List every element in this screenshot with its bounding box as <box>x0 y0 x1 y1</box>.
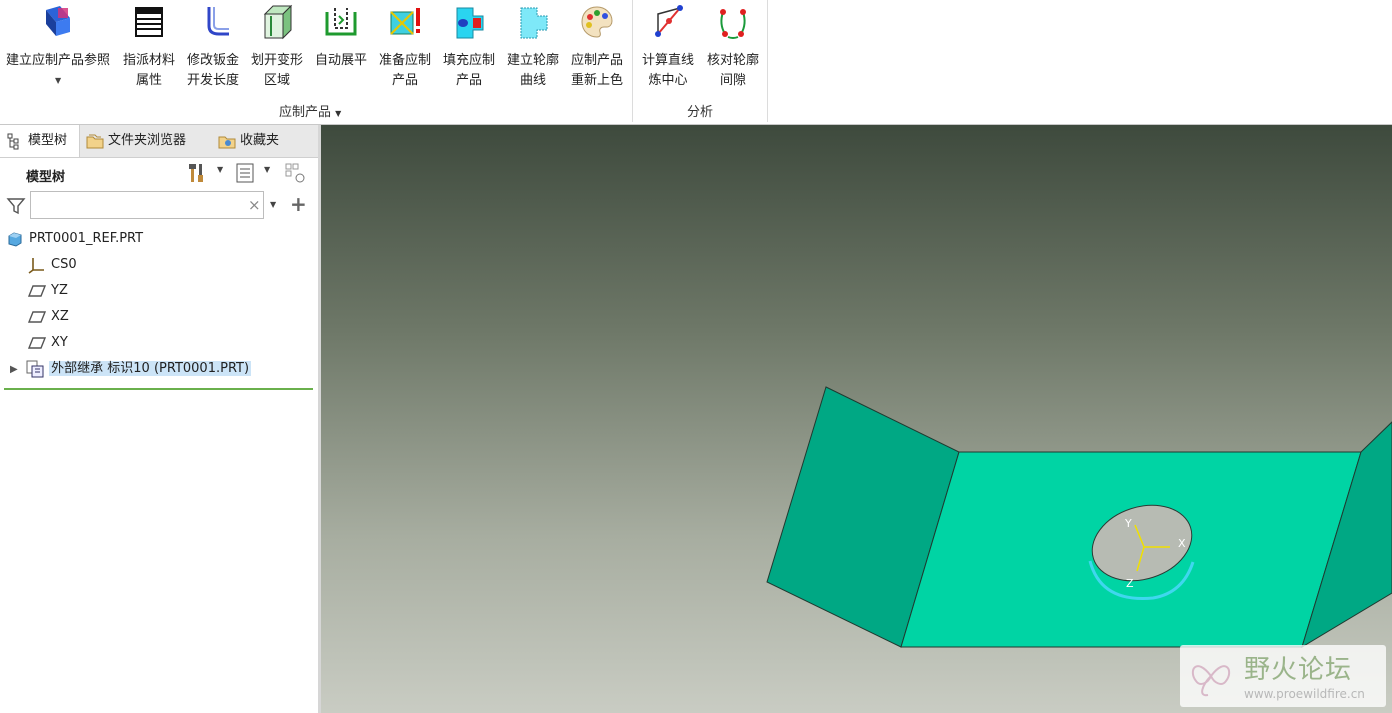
material-properties-icon <box>135 7 163 37</box>
button-label: 自动展平 <box>314 53 367 68</box>
chevron-down-icon[interactable]: ▼ <box>264 165 270 174</box>
folder-icon <box>86 134 104 148</box>
datum-plane-icon <box>28 336 46 349</box>
filter-row: × ▼ + <box>0 189 318 223</box>
watermark-url: www.proewildfire.cn <box>1244 687 1365 701</box>
fill-mold-product-button[interactable]: 填充应制 产品 <box>438 0 500 100</box>
flatten-icon <box>325 8 357 36</box>
tree-node-part[interactable]: PRT0001_REF.PRT <box>6 227 143 251</box>
button-label: 计算直线 炼中心 <box>641 53 694 88</box>
tree-header: 模型树 ▼ ▼ <box>0 158 318 188</box>
model-tree-icon <box>7 133 19 149</box>
group-label-product[interactable]: 应制产品 ▼ <box>279 101 341 120</box>
fill-product-icon <box>456 7 484 39</box>
watermark-title: 野火论坛 <box>1244 655 1353 685</box>
show-hide-icon[interactable] <box>284 162 306 184</box>
split-deformation-button[interactable]: 划开变形 区域 <box>246 0 308 100</box>
favorites-folder-icon <box>218 136 236 148</box>
watermark: 野火论坛 www.proewildfire.cn <box>1180 645 1386 707</box>
button-label: 准备应制 产品 <box>378 53 431 88</box>
axis-z-label: Z <box>1126 577 1134 590</box>
bend-length-icon <box>207 7 229 36</box>
button-label: 核对轮廓 间隙 <box>706 53 759 88</box>
create-contour-curve-button[interactable]: 建立轮廓 曲线 <box>502 0 564 100</box>
butterfly-logo-icon <box>1191 665 1231 697</box>
part-model[interactable]: X Y Z <box>321 125 1392 713</box>
create-mold-reference-button[interactable]: 建立应制产品参照 ▼ <box>0 0 116 100</box>
axis-x-label: X <box>1178 537 1186 550</box>
line-center-icon <box>655 5 683 37</box>
datum-plane-icon <box>28 310 46 323</box>
tab-folder-browser[interactable]: 文件夹浏览器 <box>86 125 212 157</box>
tree-node-datum-yz[interactable]: YZ <box>28 279 68 303</box>
button-label: 建立应制产品参照 <box>5 53 110 68</box>
clear-search-icon[interactable]: × <box>248 196 261 214</box>
auto-flatten-button[interactable]: 自动展平 <box>310 0 372 100</box>
group-label-analysis: 分析 <box>687 105 714 120</box>
button-label: 应制产品 重新上色 <box>570 53 623 88</box>
tree-columns-icon[interactable] <box>234 162 256 184</box>
recolor-mold-product-button[interactable]: 应制产品 重新上色 <box>566 0 628 100</box>
button-label: 划开变形 区域 <box>250 53 303 88</box>
chevron-down-icon[interactable]: ▼ <box>55 76 61 85</box>
palette-icon <box>581 6 613 38</box>
reference-model-icon <box>46 6 70 36</box>
prepare-mold-product-button[interactable]: 准备应制 产品 <box>374 0 436 100</box>
inheritance-icon <box>26 360 44 377</box>
button-label: 填充应制 产品 <box>442 53 495 88</box>
model-tree-panel: 模型树 文件夹浏览器 收藏夹 模型树 ▼ ▼ × ▼ + PRT0001_REF… <box>0 125 318 713</box>
graphics-viewport[interactable]: X Y Z 野火论坛 www.proewildfire.cn <box>321 125 1392 713</box>
expand-arrow-icon[interactable]: ▶ <box>10 358 22 382</box>
assign-material-button[interactable]: 指派材料 属性 <box>118 0 180 100</box>
tab-model-tree[interactable]: 模型树 <box>0 125 80 157</box>
active-insert-line[interactable] <box>4 388 313 390</box>
axis-y-label: Y <box>1124 517 1132 530</box>
tree-node-datum-xz[interactable]: XZ <box>28 305 69 329</box>
button-label: 建立轮廓 曲线 <box>506 53 559 88</box>
filter-icon[interactable] <box>6 196 26 216</box>
contour-gap-icon <box>720 9 746 39</box>
part-icon <box>8 231 22 247</box>
search-input[interactable] <box>30 191 264 219</box>
datum-plane-icon <box>28 284 46 297</box>
coordinate-system-icon <box>28 257 44 274</box>
group-divider <box>632 0 633 122</box>
group-divider <box>767 0 768 122</box>
tree-node-coordinate-system[interactable]: CS0 <box>28 253 77 277</box>
deformation-area-icon <box>263 4 293 40</box>
add-filter-icon[interactable]: + <box>290 192 307 216</box>
tab-favorites[interactable]: 收藏夹 <box>218 125 298 157</box>
ribbon: 建立应制产品参照 ▼ 指派材料 属性 修改钣金 开发长度 划开变形 区域 自动展平 <box>0 0 1392 125</box>
compute-line-center-button[interactable]: 计算直线 炼中心 <box>636 0 700 100</box>
button-label: 指派材料 属性 <box>122 53 175 88</box>
prepare-product-icon <box>390 8 420 35</box>
check-contour-gap-button[interactable]: 核对轮廓 间隙 <box>702 0 764 100</box>
panel-tabs: 模型树 文件夹浏览器 收藏夹 <box>0 125 318 158</box>
tree-node-datum-xy[interactable]: XY <box>28 331 68 355</box>
chevron-down-icon[interactable]: ▼ <box>217 165 223 174</box>
tree-title: 模型树 <box>26 170 66 185</box>
button-label: 修改钣金 开发长度 <box>186 53 239 88</box>
modify-developed-length-button[interactable]: 修改钣金 开发长度 <box>182 0 244 100</box>
settings-tools-icon[interactable] <box>186 162 208 184</box>
contour-curve-icon <box>520 7 548 39</box>
chevron-down-icon[interactable]: ▼ <box>270 200 276 209</box>
chevron-down-icon[interactable]: ▼ <box>335 109 341 118</box>
tree-node-external-inheritance[interactable]: ▶ 外部继承 标识10 (PRT0001.PRT) <box>10 357 252 382</box>
